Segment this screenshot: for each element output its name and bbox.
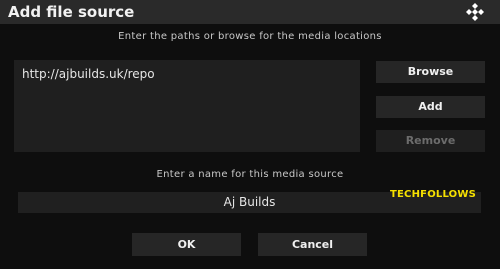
ok-button[interactable]: OK bbox=[132, 233, 241, 256]
remove-button[interactable]: Remove bbox=[376, 130, 485, 152]
path-list-item[interactable]: http://ajbuilds.uk/repo bbox=[22, 67, 155, 81]
dialog-title: Add file source bbox=[8, 3, 135, 21]
cancel-button[interactable]: Cancel bbox=[258, 233, 367, 256]
media-paths-list[interactable]: http://ajbuilds.uk/repo bbox=[14, 60, 360, 152]
paths-caption: Enter the paths or browse for the media … bbox=[118, 31, 382, 42]
techfollows-watermark: TECHFOLLOWS bbox=[390, 189, 477, 200]
add-button[interactable]: Add bbox=[376, 96, 485, 118]
kodi-logo-icon bbox=[466, 3, 484, 21]
name-caption: Enter a name for this media source bbox=[156, 169, 344, 180]
dialog-titlebar: Add file source bbox=[0, 0, 500, 24]
add-file-source-dialog: Add file source Enter the paths or brows… bbox=[0, 0, 500, 269]
browse-button[interactable]: Browse bbox=[376, 61, 485, 83]
